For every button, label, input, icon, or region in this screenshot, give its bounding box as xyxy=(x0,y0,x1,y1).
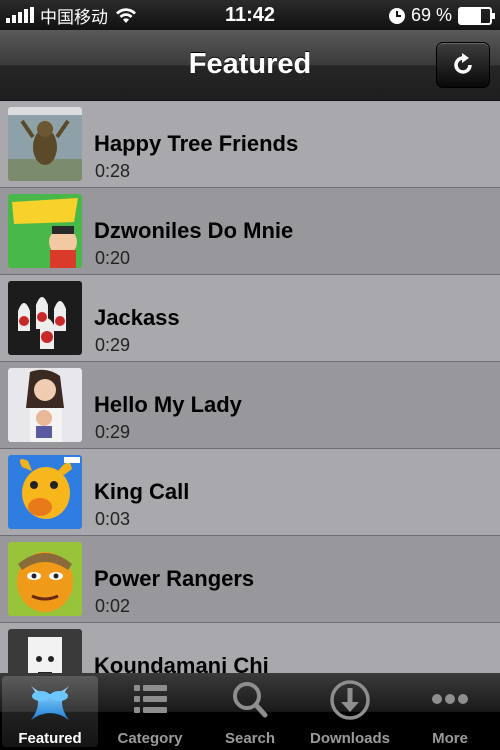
status-bar: 中国移动 11:42 69 % xyxy=(0,0,500,30)
video-title: Happy Tree Friends xyxy=(94,131,299,156)
navigation-bar: Featured xyxy=(0,30,500,101)
tab-more[interactable]: More xyxy=(400,673,500,750)
tab-search[interactable]: Search xyxy=(200,673,300,750)
video-duration: 0:03 xyxy=(95,509,131,529)
download-icon xyxy=(330,680,370,720)
video-title: Koundamani Chi xyxy=(94,653,269,673)
list-item[interactable]: King Call 0:03 xyxy=(0,449,500,536)
category-list-icon xyxy=(134,685,167,713)
video-title: Hello My Lady xyxy=(94,392,242,417)
video-duration: 0:29 xyxy=(95,335,131,355)
refresh-icon xyxy=(454,53,472,74)
video-duration: 0:02 xyxy=(95,596,131,616)
video-title: Jackass xyxy=(94,305,180,330)
clock-icon xyxy=(388,7,405,24)
refresh-button[interactable] xyxy=(436,42,490,88)
video-title: Power Rangers xyxy=(94,566,255,591)
video-thumbnail xyxy=(8,368,82,442)
battery-percent: 69 % xyxy=(410,5,452,25)
video-thumbnail xyxy=(8,542,82,616)
video-list[interactable]: Happy Tree Friends 0:28 Dzwoniles Do Mni… xyxy=(0,101,500,673)
list-item[interactable]: Dzwoniles Do Mnie 0:20 xyxy=(0,188,500,275)
battery-icon xyxy=(458,6,495,25)
video-thumbnail xyxy=(8,629,82,673)
video-thumbnail xyxy=(8,107,82,181)
list-item[interactable]: Koundamani Chi xyxy=(0,623,500,673)
video-thumbnail xyxy=(8,281,82,355)
list-item[interactable]: Jackass 0:29 xyxy=(0,275,500,362)
video-thumbnail xyxy=(8,194,82,268)
more-dots-icon xyxy=(432,694,468,704)
video-title: Dzwoniles Do Mnie xyxy=(94,218,294,243)
page-title: Featured xyxy=(188,48,312,80)
list-item[interactable]: Hello My Lady 0:29 xyxy=(0,362,500,449)
tab-label: Search xyxy=(224,730,276,747)
list-item[interactable]: Power Rangers 0:02 xyxy=(0,536,500,623)
video-thumbnail xyxy=(8,455,82,529)
tab-featured[interactable]: Featured xyxy=(2,676,98,747)
video-duration: 0:29 xyxy=(95,422,131,442)
search-icon xyxy=(233,682,268,718)
tab-downloads[interactable]: Downloads xyxy=(300,673,400,750)
tab-label: Featured xyxy=(18,730,82,747)
tab-label: Downloads xyxy=(309,730,390,747)
tab-label: More xyxy=(432,730,468,747)
video-title: King Call xyxy=(94,479,190,504)
tab-category[interactable]: Category xyxy=(100,673,200,750)
tab-bar: Featured Category Search Downloads More xyxy=(0,673,500,750)
featured-icon xyxy=(31,686,69,720)
list-item[interactable]: Happy Tree Friends 0:28 xyxy=(0,101,500,188)
video-duration: 0:20 xyxy=(95,248,131,268)
tab-label: Category xyxy=(117,730,183,747)
video-duration: 0:28 xyxy=(95,161,131,181)
